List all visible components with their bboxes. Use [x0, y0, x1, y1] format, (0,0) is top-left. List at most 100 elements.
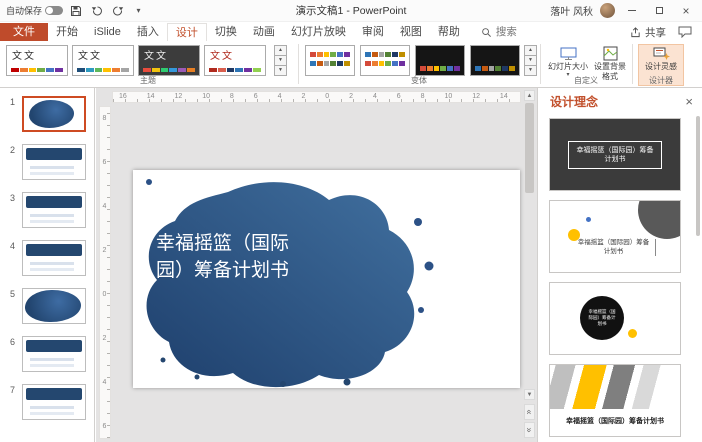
- design-suggestion-3[interactable]: 幸福摇篮（国际园）筹备计划书: [549, 282, 681, 355]
- slide-thumbnail-3[interactable]: [22, 192, 86, 228]
- minimize-button[interactable]: [622, 2, 642, 20]
- slide-number: 7: [2, 385, 15, 395]
- design-suggestion-4[interactable]: 幸福摇篮（国际园）筹备计划书: [549, 364, 681, 437]
- next-slide-icon: »: [524, 427, 534, 432]
- slide-thumbnail-4[interactable]: [22, 240, 86, 276]
- design-suggestion-2[interactable]: 幸福摇篮（国际园）筹备计划书: [549, 200, 681, 273]
- qat-customize-button[interactable]: ▾: [130, 2, 147, 19]
- themes-group-label: 主题: [0, 75, 296, 86]
- save-button[interactable]: [67, 2, 84, 19]
- slide-editing-surface[interactable]: 幸福摇篮（国际园）筹备计划书: [133, 170, 520, 388]
- slide-thumbnail-5[interactable]: [22, 288, 86, 324]
- variant-thumbnail-1[interactable]: [305, 45, 355, 76]
- variant-color-row: [365, 52, 405, 57]
- tab-transitions[interactable]: 切换: [207, 23, 245, 41]
- format-background-button[interactable]: 设置背景格式: [592, 44, 628, 86]
- slide-thumbnail-2[interactable]: [22, 144, 86, 180]
- suggestion-title-text: 幸福摇篮（国际园）筹备计划书: [576, 239, 656, 256]
- tab-islide[interactable]: iSlide: [86, 23, 129, 41]
- share-label: 共享: [645, 25, 666, 40]
- suggestion-title-box: 幸福摇篮（国际园）筹备计划书: [568, 141, 662, 169]
- slide-number: 5: [2, 289, 15, 299]
- theme-thumbnail-4[interactable]: 文文: [204, 45, 266, 76]
- undo-button[interactable]: [88, 2, 105, 19]
- share-button[interactable]: 共享: [630, 25, 666, 40]
- variants-scroll-down-button[interactable]: ▼: [524, 56, 537, 66]
- variant-color-row: [475, 66, 515, 71]
- ruler-numbers: 16 14 12 10 8 6 4 2 0 2 4 6 8 10 12 14 1…: [119, 93, 521, 100]
- tab-animations[interactable]: 动画: [245, 23, 283, 41]
- theme-thumbnail-3[interactable]: 文文: [138, 45, 200, 76]
- tab-slideshow[interactable]: 幻灯片放映: [283, 23, 354, 41]
- slide-thumbnail-1[interactable]: [22, 96, 86, 132]
- variant-thumbnail-4[interactable]: [470, 45, 520, 76]
- slide-canvas-area: 16 14 12 10 8 6 4 2 0 2 4 6 8 10 12 14 1…: [96, 88, 537, 442]
- design-ideas-pane: 设计理念 × 幸福摇篮（国际园）筹备计划书 幸福摇篮（国际园）筹备计划书 幸福摇…: [537, 88, 702, 442]
- comments-button[interactable]: [678, 26, 692, 38]
- variant-thumbnail-3[interactable]: [415, 45, 465, 76]
- design-ideas-title: 设计理念: [550, 93, 598, 110]
- search-input[interactable]: [496, 26, 538, 38]
- thumbnail-item: 7: [0, 384, 94, 428]
- tab-help[interactable]: 帮助: [430, 23, 468, 41]
- canvas-scrollbar[interactable]: ▲ ▼ « »: [524, 90, 535, 440]
- autosave-toggle[interactable]: [45, 6, 63, 15]
- comment-icon: [678, 26, 692, 38]
- account-user-name[interactable]: 落叶 风秋: [550, 3, 593, 18]
- design-ideas-button[interactable]: 设计灵感: [638, 44, 684, 86]
- slide-number: 2: [2, 145, 15, 155]
- restore-button[interactable]: [649, 2, 669, 20]
- thumbnail-item: 1: [0, 96, 94, 140]
- theme-color-strip: [77, 68, 129, 72]
- slide-number: 6: [2, 337, 15, 347]
- horizontal-ruler: 16 14 12 10 8 6 4 2 0 2 4 6 8 10 12 14 1…: [112, 91, 521, 103]
- themes-gallery-scroll: ▲ ▼ ▼: [274, 45, 287, 76]
- slide-thumbnail-7[interactable]: [22, 384, 86, 420]
- slide-size-button[interactable]: 幻灯片大小 ▾: [546, 44, 590, 86]
- thumbnail-item: 6: [0, 336, 94, 380]
- search-box[interactable]: [476, 23, 543, 41]
- tab-design[interactable]: 设计: [167, 23, 207, 41]
- variants-scroll-up-button[interactable]: ▲: [524, 45, 537, 56]
- variants-group-label: 变体: [300, 75, 538, 86]
- variant-color-row: [365, 61, 405, 66]
- design-pane-close-button[interactable]: ×: [682, 95, 696, 108]
- theme-thumbnail-current[interactable]: 文文: [6, 45, 68, 76]
- autosave-control[interactable]: 自动保存: [6, 4, 63, 17]
- slide-thumbnail-6[interactable]: [22, 336, 86, 372]
- design-pane-scrollbar[interactable]: [696, 116, 700, 236]
- scrollbar-thumb[interactable]: [525, 103, 534, 193]
- close-button[interactable]: ×: [676, 2, 696, 20]
- variants-more-button[interactable]: ▼: [524, 66, 537, 76]
- scroll-down-button[interactable]: ▼: [524, 389, 535, 400]
- tab-home[interactable]: 开始: [48, 23, 86, 41]
- themes-scroll-up-button[interactable]: ▲: [274, 45, 287, 56]
- design-suggestion-1[interactable]: 幸福摇篮（国际园）筹备计划书: [549, 118, 681, 191]
- themes-more-button[interactable]: ▼: [274, 66, 287, 76]
- tab-review[interactable]: 审阅: [354, 23, 392, 41]
- title-bar: 自动保存 ▾ 演示文稿1 - PowerPoint 落叶 风秋 ×: [0, 0, 702, 22]
- theme-color-strip: [11, 68, 63, 72]
- thumbnail-item: 5: [0, 288, 94, 332]
- decorative-dot: [628, 329, 637, 338]
- user-avatar[interactable]: [600, 3, 615, 18]
- autosave-label: 自动保存: [6, 4, 42, 17]
- previous-slide-button[interactable]: «: [524, 404, 535, 420]
- tab-view[interactable]: 视图: [392, 23, 430, 41]
- slide-size-label: 幻灯片大小: [548, 62, 588, 72]
- redo-button[interactable]: [109, 2, 126, 19]
- scroll-up-button[interactable]: ▲: [524, 90, 535, 101]
- design-pane-header: 设计理念 ×: [550, 93, 696, 110]
- tab-file[interactable]: 文件: [0, 23, 48, 41]
- thumbnail-item: 2: [0, 144, 94, 188]
- next-slide-button[interactable]: »: [524, 422, 535, 438]
- tab-insert[interactable]: 插入: [129, 23, 167, 41]
- variant-thumbnail-2[interactable]: [360, 45, 410, 76]
- ribbon-design-tab: 文文 文文 文文 文文 ▲ ▼ ▼ 主题: [0, 41, 702, 88]
- quick-access-toolbar: 自动保存 ▾: [6, 2, 147, 19]
- powerpoint-window: 自动保存 ▾ 演示文稿1 - PowerPoint 落叶 风秋 × 文件 开始: [0, 0, 702, 442]
- theme-thumbnail-2[interactable]: 文文: [72, 45, 134, 76]
- themes-scroll-down-button[interactable]: ▼: [274, 56, 287, 66]
- theme-preview-text: 文文: [205, 46, 265, 62]
- slide-title-textbox[interactable]: 幸福摇篮（国际园）筹备计划书: [156, 230, 290, 284]
